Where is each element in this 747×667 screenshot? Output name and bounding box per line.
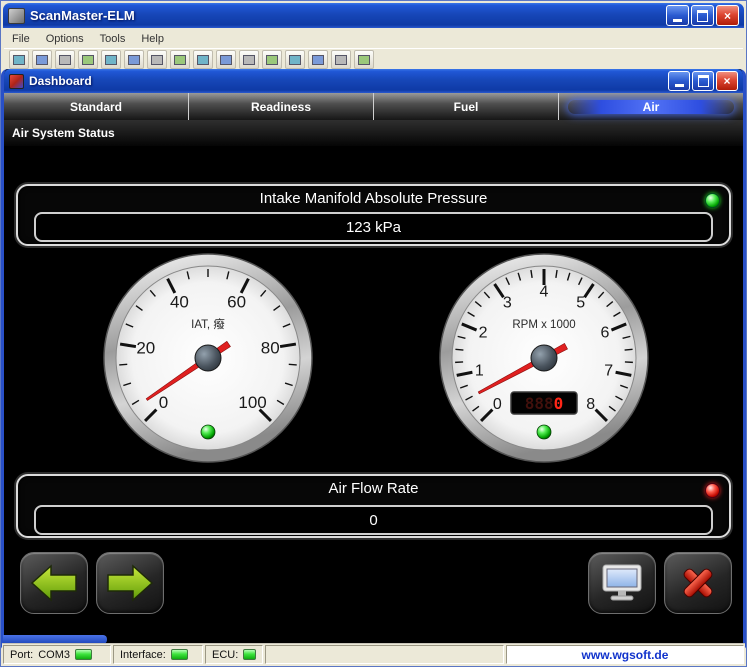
svg-text:40: 40 xyxy=(170,292,189,311)
main-titlebar[interactable]: ScanMaster-ELM × xyxy=(3,3,744,28)
svg-text:80: 80 xyxy=(261,339,280,358)
section-title: Air System Status xyxy=(4,120,743,146)
map-status-led-icon xyxy=(705,193,720,208)
svg-text:0: 0 xyxy=(159,393,168,412)
toolbar-icon[interactable] xyxy=(354,50,374,69)
maximize-icon xyxy=(697,10,708,22)
menu-item-file[interactable]: File xyxy=(4,32,38,46)
toolbar-icon[interactable] xyxy=(285,50,305,69)
toolbar-icon[interactable] xyxy=(262,50,282,69)
ecu-label: ECU: xyxy=(212,649,238,661)
dashboard-title: Dashboard xyxy=(29,74,92,88)
svg-text:6: 6 xyxy=(601,324,610,341)
toolbar-icon[interactable] xyxy=(78,50,98,69)
svg-text:8: 8 xyxy=(586,396,595,413)
toolbar-icon[interactable] xyxy=(124,50,144,69)
tabbar: Standard Readiness Fuel Air xyxy=(4,93,743,120)
menu-item-tools[interactable]: Tools xyxy=(92,32,134,46)
dashboard-icon xyxy=(9,74,24,89)
toolbar-icon[interactable] xyxy=(308,50,328,69)
toolbar-icon[interactable] xyxy=(32,50,52,69)
tab-standard[interactable]: Standard xyxy=(4,93,189,120)
toolbar-icon[interactable] xyxy=(331,50,351,69)
tab-air[interactable]: Air xyxy=(559,93,743,120)
website-link[interactable]: www.wgsoft.de xyxy=(582,648,669,662)
svg-text:5: 5 xyxy=(576,295,585,312)
interface-label: Interface: xyxy=(120,649,166,661)
airflow-panel-value: 0 xyxy=(34,505,713,535)
next-page-button[interactable] xyxy=(96,552,164,614)
port-value: COM3 xyxy=(38,649,70,661)
tab-readiness[interactable]: Readiness xyxy=(189,93,374,120)
menu-item-help[interactable]: Help xyxy=(133,32,172,46)
close-icon: × xyxy=(723,75,730,87)
svg-text:4: 4 xyxy=(540,284,549,301)
monitor-view-button[interactable] xyxy=(588,552,656,614)
close-icon: × xyxy=(724,10,731,22)
minimize-icon xyxy=(675,84,684,87)
map-panel-title: Intake Manifold Absolute Pressure xyxy=(18,190,729,207)
monitor-icon xyxy=(599,562,645,604)
airflow-panel-title: Air Flow Rate xyxy=(18,480,729,497)
airflow-status-led-icon xyxy=(705,483,720,498)
dashboard-close-button[interactable]: × xyxy=(716,71,738,91)
dashboard-content: Intake Manifold Absolute Pressure 123 kP… xyxy=(4,146,743,646)
close-button[interactable]: × xyxy=(716,5,739,26)
svg-text:RPM x 1000: RPM x 1000 xyxy=(512,319,575,331)
close-dashboard-button[interactable] xyxy=(664,552,732,614)
minimize-button[interactable] xyxy=(666,5,689,26)
rpm-gauge: 01 23 4 56 78 RPM x 1000 8880 xyxy=(438,252,650,464)
previous-page-button[interactable] xyxy=(20,552,88,614)
minimize-icon xyxy=(673,19,682,22)
toolbar-icon[interactable] xyxy=(216,50,236,69)
toolbar-icon[interactable] xyxy=(147,50,167,69)
airflow-panel: Air Flow Rate 0 xyxy=(16,474,731,538)
svg-text:IAT, 癈: IAT, 癈 xyxy=(191,317,225,331)
ecu-led-icon xyxy=(243,649,256,660)
svg-text:3: 3 xyxy=(503,295,512,312)
left-arrow-icon xyxy=(29,562,79,604)
menubar: File Options Tools Help xyxy=(4,30,743,47)
menu-item-options[interactable]: Options xyxy=(38,32,92,46)
svg-text:20: 20 xyxy=(136,339,155,358)
map-panel: Intake Manifold Absolute Pressure 123 kP… xyxy=(16,184,731,246)
toolbar-icon[interactable] xyxy=(101,50,121,69)
maximize-icon xyxy=(698,75,709,87)
svg-text:8880: 8880 xyxy=(525,394,564,413)
dashboard-minimize-button[interactable] xyxy=(668,71,690,91)
dashboard-maximize-button[interactable] xyxy=(692,71,714,91)
toolbar-icon[interactable] xyxy=(55,50,75,69)
svg-text:1: 1 xyxy=(475,362,484,379)
toolbar xyxy=(4,48,743,70)
dashboard-titlebar[interactable]: Dashboard × xyxy=(4,69,743,93)
iat-gauge: 0 20 40 60 80 100 IAT, 癈 xyxy=(102,252,314,464)
toolbar-icon[interactable] xyxy=(193,50,213,69)
toolbar-icon[interactable] xyxy=(170,50,190,69)
svg-text:0: 0 xyxy=(493,396,502,413)
toolbar-icon[interactable] xyxy=(9,50,29,69)
maximize-button[interactable] xyxy=(691,5,714,26)
map-panel-value: 123 kPa xyxy=(34,212,713,242)
svg-text:100: 100 xyxy=(238,393,266,412)
close-x-icon xyxy=(675,562,721,604)
statusbar: Port: COM3 Interface: ECU: www.wgsoft.de xyxy=(2,643,745,665)
port-label: Port: xyxy=(10,649,33,661)
main-window: ScanMaster-ELM × File Options Tools Help… xyxy=(0,0,747,667)
right-arrow-icon xyxy=(105,562,155,604)
app-icon xyxy=(8,8,25,24)
interface-led-icon xyxy=(171,649,188,660)
window-title: ScanMaster-ELM xyxy=(30,8,135,23)
svg-text:60: 60 xyxy=(227,292,246,311)
dashboard-window: Dashboard × Standard Readiness Fuel Air … xyxy=(1,69,746,649)
svg-text:7: 7 xyxy=(604,362,613,379)
port-led-icon xyxy=(75,649,92,660)
svg-text:2: 2 xyxy=(479,324,488,341)
toolbar-icon[interactable] xyxy=(239,50,259,69)
tab-fuel[interactable]: Fuel xyxy=(374,93,559,120)
